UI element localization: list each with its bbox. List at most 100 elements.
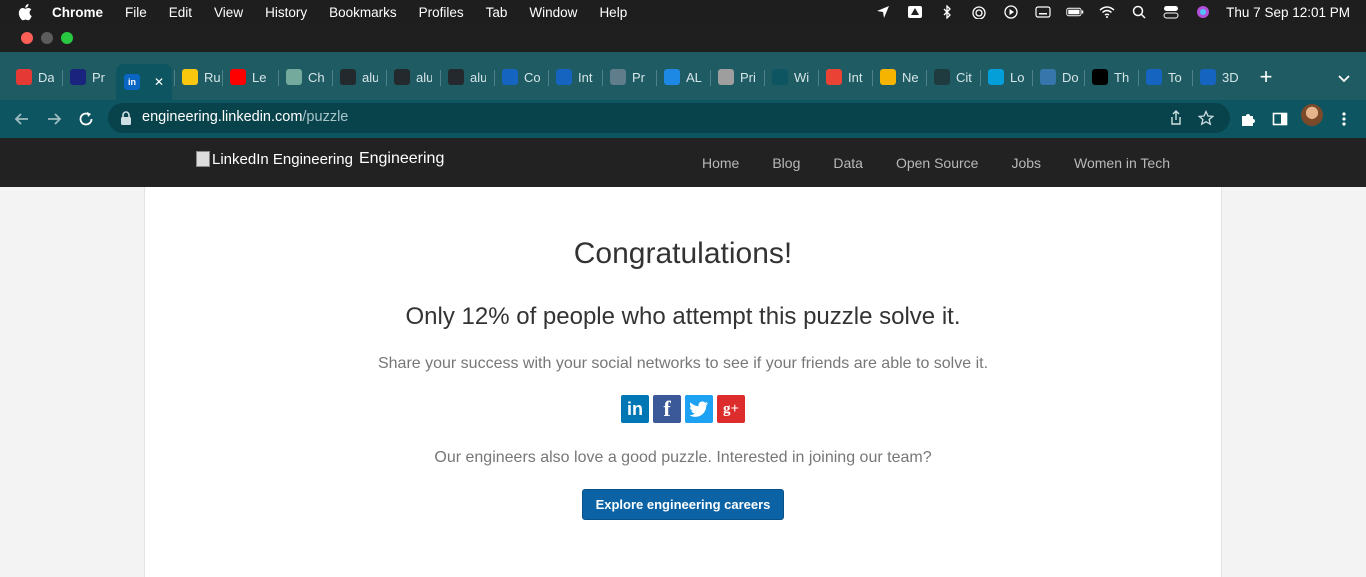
browser-tab[interactable]: Wi — [772, 64, 810, 90]
twitter-share-icon[interactable] — [685, 395, 713, 423]
menu-window[interactable]: Window — [529, 5, 577, 20]
browser-tab[interactable]: Do — [1040, 64, 1078, 90]
tab-label: Th — [1114, 69, 1130, 85]
browser-tab[interactable]: To — [1146, 64, 1184, 90]
tab-search-chevron-icon[interactable] — [1336, 70, 1352, 86]
tab-strip: Da Pr in ✕ Ru Le Ch alu alu alu Co Int Pr AL Pri Wi Int N… — [0, 52, 1366, 100]
nav-women-in-tech[interactable]: Women in Tech — [1074, 155, 1170, 171]
broken-image-icon — [196, 151, 210, 167]
share-icon[interactable] — [1168, 110, 1184, 126]
nav-blog[interactable]: Blog — [772, 155, 800, 171]
tab-separator — [872, 70, 873, 86]
menu-history[interactable]: History — [265, 5, 307, 20]
tab-label: Wi — [794, 69, 810, 85]
back-arrow-icon[interactable] — [12, 109, 32, 129]
macos-menu-bar: Chrome File Edit View History Bookmarks … — [0, 0, 1366, 24]
linkedin-icon: in — [124, 74, 140, 90]
lock-icon[interactable] — [120, 111, 132, 125]
browser-tab[interactable]: Le — [230, 64, 268, 90]
red-ring-icon — [16, 69, 32, 85]
browser-tab[interactable]: Int — [556, 64, 594, 90]
browser-tab[interactable]: Ne — [880, 64, 918, 90]
extensions-puzzle-icon[interactable] — [1238, 109, 1258, 129]
browser-tab[interactable]: Ru — [182, 64, 220, 90]
profile-avatar[interactable] — [1301, 104, 1323, 126]
tab-label: Ru — [204, 69, 220, 85]
more-menu-icon[interactable] — [1334, 109, 1354, 129]
menu-profiles[interactable]: Profiles — [419, 5, 464, 20]
tab-label: Pri — [740, 69, 756, 85]
slides-icon — [880, 69, 896, 85]
close-tab-icon[interactable]: ✕ — [154, 75, 164, 89]
control-center-icon[interactable] — [1162, 5, 1180, 19]
fullscreen-window-button[interactable] — [61, 32, 73, 44]
nav-jobs[interactable]: Jobs — [1011, 155, 1041, 171]
tab-separator — [1138, 70, 1139, 86]
browser-tab[interactable]: Lo — [988, 64, 1026, 90]
menu-edit[interactable]: Edit — [169, 5, 192, 20]
new-tab-button[interactable]: + — [1256, 66, 1276, 88]
forward-arrow-icon[interactable] — [44, 109, 64, 129]
github-icon — [394, 69, 410, 85]
linkedin-share-icon[interactable]: in — [621, 395, 649, 423]
c-logo-icon — [1146, 69, 1162, 85]
nav-open-source[interactable]: Open Source — [896, 155, 979, 171]
reload-icon[interactable] — [76, 109, 96, 129]
puzzle-result-card: Congratulations! Only 12% of people who … — [144, 187, 1222, 577]
airdrop-icon[interactable] — [970, 5, 988, 19]
tab-separator — [656, 70, 657, 86]
tab-separator — [278, 70, 279, 86]
wifi-icon[interactable] — [1098, 5, 1116, 19]
spotlight-search-icon[interactable] — [1130, 5, 1148, 19]
browser-tab[interactable]: Pr — [610, 64, 648, 90]
browser-tab[interactable]: Th — [1092, 64, 1130, 90]
c-logo-icon — [502, 69, 518, 85]
browser-tab[interactable]: Pri — [718, 64, 756, 90]
tab-label: Cit — [956, 69, 972, 85]
browser-tab[interactable]: 3D — [1200, 64, 1238, 90]
browser-tab[interactable]: Cit — [934, 64, 972, 90]
google-plus-share-icon[interactable]: g+ — [717, 395, 745, 423]
close-window-button[interactable] — [21, 32, 33, 44]
tab-separator — [764, 70, 765, 86]
apple-icon[interactable] — [18, 3, 34, 21]
browser-tab[interactable]: Pr — [70, 64, 108, 90]
window-titlebar — [0, 24, 1366, 52]
nav-data[interactable]: Data — [833, 155, 863, 171]
browser-tab[interactable]: alu — [448, 64, 486, 90]
browser-tab[interactable]: Co — [502, 64, 540, 90]
web-page: LinkedIn Engineering Engineering Home Bl… — [0, 138, 1366, 577]
browser-tab[interactable]: Da — [16, 64, 54, 90]
side-panel-icon[interactable] — [1270, 109, 1290, 129]
url-text[interactable]: engineering.linkedin.com/puzzle — [142, 109, 348, 125]
siri-icon[interactable] — [1194, 5, 1212, 19]
bookmark-star-icon[interactable] — [1198, 110, 1214, 126]
drive-icon[interactable] — [906, 5, 924, 19]
browser-tab[interactable]: AL — [664, 64, 702, 90]
bluetooth-icon[interactable] — [938, 5, 956, 19]
menu-tab[interactable]: Tab — [486, 5, 508, 20]
address-bar[interactable]: engineering.linkedin.com/puzzle — [108, 103, 1230, 133]
browser-tab[interactable]: in ✕ — [116, 64, 173, 100]
play-icon[interactable] — [1002, 5, 1020, 19]
menubar-clock[interactable]: Thu 7 Sep 12:01 PM — [1226, 5, 1350, 20]
nav-home[interactable]: Home — [702, 155, 739, 171]
page-title: Congratulations! — [573, 237, 793, 270]
explore-careers-button[interactable]: Explore engineering careers — [582, 489, 784, 520]
browser-tab[interactable]: Ch — [286, 64, 324, 90]
menu-file[interactable]: File — [125, 5, 147, 20]
browser-tab[interactable]: Int — [826, 64, 864, 90]
menu-app-name[interactable]: Chrome — [52, 5, 103, 20]
facebook-share-icon[interactable]: f — [653, 395, 681, 423]
menu-help[interactable]: Help — [599, 5, 627, 20]
menu-view[interactable]: View — [214, 5, 243, 20]
browser-tab[interactable]: alu — [394, 64, 432, 90]
minimize-window-button[interactable] — [41, 32, 53, 44]
keyboard-icon[interactable] — [1034, 5, 1052, 19]
battery-icon[interactable] — [1066, 5, 1084, 19]
browser-tab[interactable]: alu — [340, 64, 378, 90]
location-icon[interactable] — [874, 5, 892, 19]
menu-bookmarks[interactable]: Bookmarks — [329, 5, 397, 20]
youtube-icon — [230, 69, 246, 85]
site-logo[interactable]: LinkedIn Engineering Engineering — [196, 150, 444, 168]
